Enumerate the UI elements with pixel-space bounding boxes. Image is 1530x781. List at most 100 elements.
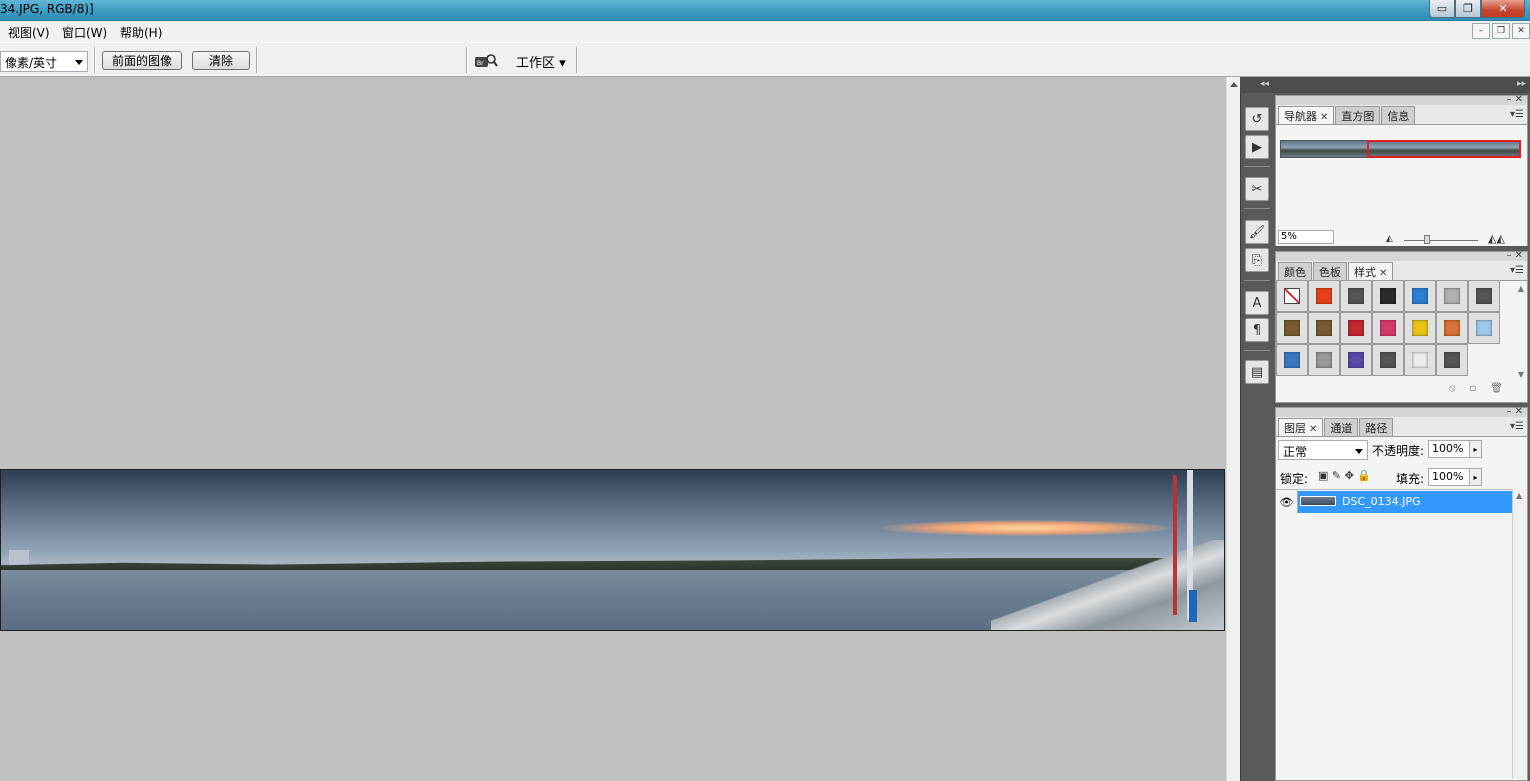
style-swatch[interactable]: [1372, 344, 1404, 376]
panel-minimize-close-icon[interactable]: – ✕: [1506, 250, 1523, 261]
panel-menu-icon[interactable]: ▾☰: [1510, 109, 1524, 120]
tab-info[interactable]: 信息: [1381, 106, 1416, 124]
zoom-in-icon[interactable]: ◭◭: [1488, 232, 1505, 245]
style-swatch[interactable]: [1468, 312, 1500, 344]
style-swatch-preview: [1348, 288, 1364, 304]
zoom-slider-handle[interactable]: [1424, 235, 1430, 244]
workspace-menu[interactable]: 工作区 ▾: [516, 52, 566, 71]
expand-dock-icon[interactable]: ▸▸: [1517, 79, 1526, 89]
character-icon[interactable]: A: [1245, 291, 1269, 315]
zoom-field[interactable]: 5%: [1278, 230, 1334, 244]
navigator-thumbnail[interactable]: [1280, 140, 1521, 158]
scroll-down-icon[interactable]: ▼: [1518, 370, 1524, 379]
clear-button[interactable]: 清除: [192, 51, 250, 70]
actions-icon[interactable]: ▶: [1245, 135, 1269, 159]
close-button[interactable]: ✕: [1481, 0, 1525, 18]
style-swatch[interactable]: [1372, 312, 1404, 344]
style-swatch[interactable]: [1468, 280, 1500, 312]
panel-grip: – ✕: [1276, 406, 1527, 417]
style-swatch[interactable]: [1340, 344, 1372, 376]
separator: [256, 47, 258, 73]
fill-field[interactable]: 100% ▸: [1428, 468, 1482, 486]
document-minimize-button[interactable]: –: [1472, 23, 1490, 39]
style-swatch-preview: [1284, 320, 1300, 336]
maximize-button[interactable]: ❐: [1455, 0, 1481, 18]
layers-scrollbar[interactable]: ▲: [1512, 489, 1527, 779]
lock-icons[interactable]: ▣ ✎ ✥ 🔒: [1318, 469, 1371, 482]
minimize-button[interactable]: ▭: [1429, 0, 1455, 18]
scroll-up-icon[interactable]: ▲: [1516, 491, 1522, 500]
style-swatch-preview: [1284, 288, 1300, 304]
style-swatch[interactable]: [1308, 280, 1340, 312]
flag-pole: [1173, 475, 1177, 615]
tab-paths[interactable]: 路径: [1359, 418, 1394, 436]
history-icon[interactable]: ↺: [1245, 107, 1269, 131]
fill-slider-icon[interactable]: ▸: [1469, 468, 1482, 486]
paragraph-icon[interactable]: ¶: [1245, 318, 1269, 342]
layer-comps-icon[interactable]: ▤: [1245, 360, 1269, 384]
style-swatch[interactable]: [1276, 344, 1308, 376]
zoom-slider-track[interactable]: [1404, 240, 1478, 241]
panel-menu-icon[interactable]: ▾☰: [1510, 421, 1524, 432]
close-icon[interactable]: ✕: [1320, 112, 1328, 123]
separator: [466, 47, 468, 73]
menu-help[interactable]: 帮助(H): [120, 24, 162, 41]
clone-source-icon[interactable]: ⎘: [1245, 248, 1269, 272]
style-swatch[interactable]: [1308, 312, 1340, 344]
bridge-search-icon[interactable]: Br: [474, 53, 498, 69]
tab-histogram[interactable]: 直方图: [1335, 106, 1381, 124]
panel-minimize-close-icon[interactable]: – ✕: [1506, 406, 1523, 417]
style-swatch[interactable]: [1308, 344, 1340, 376]
layers-panel: – ✕ 图层 ✕ 通道 路径 ▾☰ 正常 不透明度: 100% ▸ 锁定: ▣ ✎…: [1275, 406, 1528, 781]
fill-value: 100%: [1432, 470, 1464, 483]
style-swatch[interactable]: [1340, 312, 1372, 344]
document-restore-button[interactable]: ❐: [1492, 23, 1510, 39]
panel-minimize-close-icon[interactable]: – ✕: [1506, 94, 1523, 105]
opacity-field[interactable]: 100% ▸: [1428, 440, 1482, 458]
document-canvas[interactable]: [0, 77, 1226, 781]
tool-presets-icon[interactable]: ✂: [1245, 177, 1269, 201]
eye-icon[interactable]: 👁: [1276, 491, 1298, 513]
scroll-up-icon[interactable]: ▲: [1518, 284, 1524, 293]
style-swatch[interactable]: [1276, 312, 1308, 344]
front-image-button[interactable]: 前面的图像: [102, 51, 182, 70]
close-icon[interactable]: ✕: [1309, 424, 1317, 435]
layer-row[interactable]: 👁 DSC_0134.JPG: [1276, 491, 1512, 513]
chevron-down-icon: [75, 60, 83, 65]
zoom-out-icon[interactable]: ◭: [1386, 234, 1393, 244]
style-swatch[interactable]: [1436, 344, 1468, 376]
tab-styles[interactable]: 样式 ✕: [1348, 262, 1394, 280]
style-swatch[interactable]: [1436, 312, 1468, 344]
panel-menu-icon[interactable]: ▾☰: [1510, 265, 1524, 276]
menu-window[interactable]: 窗口(W): [62, 24, 107, 41]
style-swatch[interactable]: [1436, 280, 1468, 312]
opacity-slider-icon[interactable]: ▸: [1469, 440, 1482, 458]
navigator-tabs: 导航器 ✕ 直方图 信息: [1278, 106, 1416, 124]
opacity-label: 不透明度:: [1372, 444, 1425, 458]
style-swatch[interactable]: [1404, 344, 1436, 376]
collapse-dock-icon[interactable]: ◂◂: [1260, 79, 1269, 89]
style-swatch[interactable]: [1404, 280, 1436, 312]
tab-layers[interactable]: 图层 ✕: [1278, 418, 1324, 436]
navigator-view-box[interactable]: [1367, 140, 1521, 158]
tab-channels[interactable]: 通道: [1324, 418, 1359, 436]
style-swatch[interactable]: [1372, 280, 1404, 312]
scroll-up-icon[interactable]: [1230, 82, 1238, 87]
blend-mode-select[interactable]: 正常: [1278, 440, 1368, 460]
styles-footer-icons[interactable]: ⦸▫🗑: [1449, 383, 1517, 394]
layer-name: DSC_0134.JPG: [1342, 495, 1421, 508]
menu-view[interactable]: 视图(V): [8, 24, 50, 41]
tab-swatches[interactable]: 色板: [1313, 262, 1347, 280]
canvas-scrollbar[interactable]: [1226, 77, 1240, 781]
tab-color[interactable]: 颜色: [1278, 262, 1312, 280]
close-icon[interactable]: ✕: [1379, 268, 1387, 279]
resolution-unit-select[interactable]: 像素/英寸: [0, 51, 88, 72]
fill-label: 填充:: [1396, 472, 1425, 486]
separator: [94, 47, 96, 73]
style-swatch[interactable]: [1340, 280, 1372, 312]
brushes-icon[interactable]: 🖌: [1245, 220, 1269, 244]
no-style-swatch[interactable]: [1276, 280, 1308, 312]
document-close-button[interactable]: ✕: [1512, 23, 1530, 39]
tab-navigator[interactable]: 导航器 ✕: [1278, 106, 1335, 124]
style-swatch[interactable]: [1404, 312, 1436, 344]
